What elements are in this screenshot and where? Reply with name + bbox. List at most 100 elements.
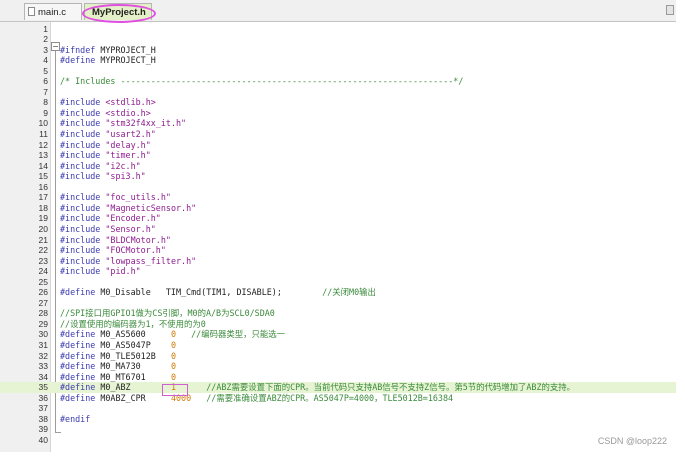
code-token: M0_AS5047P <box>95 340 171 350</box>
code-line[interactable]: 7 <box>0 87 676 98</box>
code-line[interactable]: 34 #define M0_MT6701 0 <box>0 372 676 383</box>
code-line[interactable]: 17 #include "foc_utils.h" <box>0 192 676 203</box>
code-token: #include <box>60 266 101 277</box>
line-number: 36 <box>38 392 48 403</box>
code-token: M0_AS5600 <box>95 329 171 340</box>
line-code: #endif <box>60 414 90 425</box>
line-number: 37 <box>38 403 48 414</box>
line-code: #include "delay.h" <box>60 140 151 151</box>
code-line[interactable]: 11 #include "usart2.h" <box>0 129 676 140</box>
line-number: 25 <box>38 276 48 287</box>
code-line[interactable]: 25 <box>0 277 676 288</box>
line-number: 21 <box>38 234 48 245</box>
code-token: "FOCMotor.h" <box>105 245 166 256</box>
file-icon <box>28 7 35 16</box>
code-token: //SPI接口用GPIO1做为CS引脚，M0的A/B为SCL0/SDA0 <box>60 308 275 319</box>
code-line[interactable]: 32 #define M0_TLE5012B 0 <box>0 351 676 362</box>
code-line[interactable]: 19 #include "Encoder.h" <box>0 213 676 224</box>
code-token: "MagneticSensor.h" <box>105 202 197 213</box>
code-line[interactable]: 33 #define M0_MA730 0 <box>0 361 676 372</box>
tab-myproject-h[interactable]: MyProject.h <box>84 3 152 20</box>
code-line[interactable]: 15 #include "spi3.h" <box>0 171 676 182</box>
code-line[interactable]: 39 <box>0 424 676 435</box>
code-token: "pid.h" <box>105 266 141 277</box>
code-line[interactable]: 4 #define MYPROJECT_H <box>0 55 676 66</box>
line-number: 10 <box>38 118 48 129</box>
code-line[interactable]: 9 #include <stdio.h> <box>0 108 676 119</box>
code-line[interactable]: 16 <box>0 182 676 193</box>
line-code: #define M0_ABZ 1 //ABZ需要设置下面的CPR。当前代码只支持… <box>60 382 575 393</box>
line-code: //SPI接口用GPIO1做为CS引脚，M0的A/B为SCL0/SDA0 <box>60 308 275 319</box>
code-token: "Sensor.h" <box>105 223 156 234</box>
line-code: #include "Sensor.h" <box>60 224 156 235</box>
code-token: "timer.h" <box>105 150 151 161</box>
line-number: 20 <box>38 223 48 234</box>
code-line[interactable]: 14 #include "i2c.h" <box>0 161 676 172</box>
code-token: #include <box>60 160 101 171</box>
code-line[interactable]: 30 #define M0_AS5600 0 //编码器类型，只能选一 <box>0 329 676 340</box>
line-code: #include "lowpass_filter.h" <box>60 256 196 267</box>
code-line[interactable]: 20 #include "Sensor.h" <box>0 224 676 235</box>
line-code: #define M0_AS5600 0 //编码器类型，只能选一 <box>60 329 285 340</box>
code-token: "i2c.h" <box>105 160 141 171</box>
code-line[interactable]: 21 #include "BLDCMotor.h" <box>0 235 676 246</box>
code-line[interactable]: 12 #include "delay.h" <box>0 140 676 151</box>
code-line[interactable]: 24 #include "pid.h" <box>0 266 676 277</box>
line-number: 22 <box>38 245 48 256</box>
line-code: #define M0_MT6701 0 <box>60 372 176 383</box>
line-number: 39 <box>38 424 48 435</box>
code-line[interactable]: 31 #define M0_AS5047P 0 <box>0 340 676 351</box>
line-number: 40 <box>38 434 48 445</box>
code-token: //需要准确设置ABZ的CPR。AS5047P=4000，TLE5012B=16… <box>206 392 454 403</box>
code-line[interactable]: 18 #include "MagneticSensor.h" <box>0 203 676 214</box>
code-line[interactable]: 27 <box>0 298 676 309</box>
tab-list-icon[interactable] <box>666 5 674 15</box>
line-number: 13 <box>38 150 48 161</box>
watermark: CSDN @loop222 <box>597 436 667 446</box>
code-line[interactable]: 2 <box>0 34 676 45</box>
line-number: 23 <box>38 255 48 266</box>
code-line[interactable]: 22 #include "FOCMotor.h" <box>0 245 676 256</box>
tab-main-c[interactable]: main.c <box>24 3 82 20</box>
code-line[interactable]: 29 //设置使用的编码器为1，不使用的为0 <box>0 319 676 330</box>
code-line[interactable]: 8 #include <stdlib.h> <box>0 97 676 108</box>
code-token: #include <box>60 223 101 234</box>
line-number: 3 <box>43 44 48 55</box>
code-line[interactable]: 5 <box>0 66 676 77</box>
line-number: 29 <box>38 318 48 329</box>
line-code: #include "FOCMotor.h" <box>60 245 166 256</box>
code-line[interactable]: 40 <box>0 435 676 446</box>
code-line[interactable]: 26 #define M0_Disable TIM_Cmd(TIM1, DISAB… <box>0 287 676 298</box>
code-line[interactable]: 36 #define M0ABZ_CPR 4000 //需要准确设置ABZ的CPR… <box>0 393 676 404</box>
line-number: 8 <box>43 97 48 108</box>
code-token: M0_ABZ <box>95 382 171 393</box>
line-number: 17 <box>38 192 48 203</box>
code-line[interactable]: 10 #include "stm32f4xx_it.h" <box>0 118 676 129</box>
code-line[interactable]: 28 //SPI接口用GPIO1做为CS引脚，M0的A/B为SCL0/SDA0 <box>0 308 676 319</box>
code-line[interactable]: 35 #define M0_ABZ 1 //ABZ需要设置下面的CPR。当前代码只… <box>0 382 676 393</box>
line-code: #include "spi3.h" <box>60 171 146 182</box>
code-token: M0_MT6701 <box>95 371 171 382</box>
code-token: #define <box>60 287 96 298</box>
code-line[interactable]: 6 /* Includes ---------------------------… <box>0 76 676 87</box>
code-token: "Encoder.h" <box>105 213 161 224</box>
code-line[interactable]: 38 #endif <box>0 414 676 425</box>
code-token: #include <box>60 192 101 203</box>
code-line[interactable]: 1 <box>0 24 676 35</box>
line-code: #define M0_Disable TIM_Cmd(TIM1, DISABLE… <box>60 287 376 298</box>
code-line[interactable]: 3 #ifndef MYPROJECT_H <box>0 45 676 56</box>
line-code: #include <stdio.h> <box>60 108 151 119</box>
code-line[interactable]: 13 #include "timer.h" <box>0 150 676 161</box>
code-token: //关闭M0输出 <box>322 287 376 298</box>
code-token: MYPROJECT_H <box>95 44 156 55</box>
code-line[interactable]: 23 #include "lowpass_filter.h" <box>0 256 676 267</box>
line-code: #ifndef MYPROJECT_H <box>60 45 156 56</box>
line-code: #define MYPROJECT_H <box>60 55 156 66</box>
code-token: #include <box>60 255 101 266</box>
code-line[interactable]: 37 <box>0 403 676 414</box>
line-code: #define M0_TLE5012B 0 <box>60 351 176 362</box>
code-token: "stm32f4xx_it.h" <box>105 118 187 129</box>
line-number: 1 <box>43 23 48 34</box>
